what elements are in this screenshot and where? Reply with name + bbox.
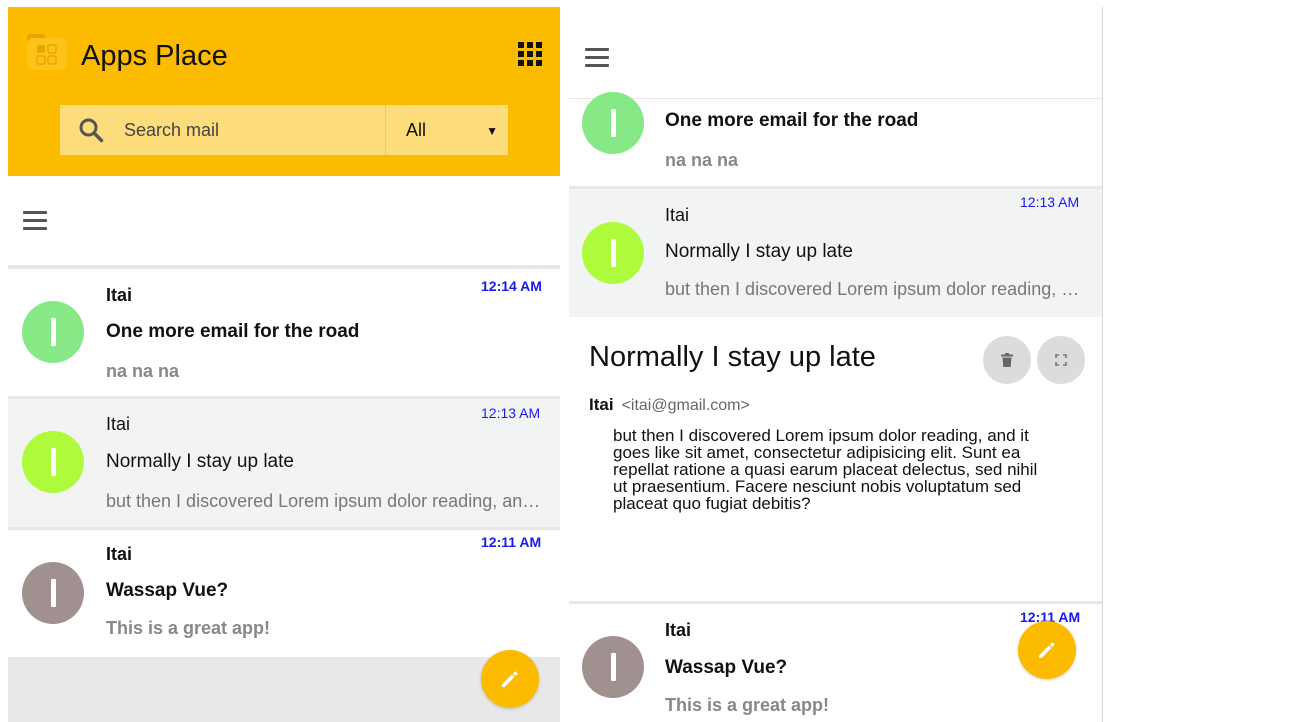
mail-sender: Itai	[106, 414, 131, 434]
app-title: Apps Place	[81, 40, 228, 72]
compose-button[interactable]	[481, 650, 539, 708]
search-icon	[79, 118, 104, 143]
avatar	[22, 431, 84, 493]
compose-button[interactable]	[1018, 621, 1076, 679]
filter-selected-label: All	[406, 119, 427, 140]
mail-subject: Normally I stay up late	[665, 241, 853, 262]
list-item[interactable]: Itai 12:13 AM Normally I stay up late bu…	[8, 399, 560, 527]
search-input[interactable]	[124, 105, 386, 155]
avatar	[582, 92, 644, 154]
mail-sender: Itai	[106, 285, 133, 305]
folder-apps-icon	[27, 34, 67, 70]
avatar	[582, 222, 644, 284]
avatar	[22, 301, 84, 363]
pencil-icon	[502, 671, 518, 687]
mail-time: 12:13 AM	[1020, 194, 1080, 210]
detail-body: but then I discovered Lorem ipsum dolor …	[613, 426, 1038, 513]
filter-select[interactable]: All ▼	[385, 105, 508, 155]
mail-sender: Itai	[106, 544, 133, 564]
mail-preview: but then I discovered Lorem ipsum dolor …	[106, 491, 542, 511]
mail-subject: Wassap Vue?	[106, 580, 229, 601]
mail-subject: One more email for the road	[106, 321, 360, 342]
mail-time: 12:14 AM	[481, 278, 542, 294]
app-header: Apps Place All ▼	[8, 7, 560, 176]
mail-list-panel: Apps Place All ▼ Itai 12:14 AM One mo	[8, 7, 560, 722]
mail-time: 12:11 AM	[481, 534, 542, 550]
list-item[interactable]: Itai 12:11 AM Wassap Vue? This is a grea…	[8, 530, 560, 657]
fullscreen-icon	[1055, 354, 1067, 366]
detail-from-email: <itai@gmail.com>	[621, 397, 750, 414]
detail-toolbar	[569, 7, 1102, 99]
avatar	[22, 562, 84, 624]
mail-detail: Normally I stay up late Itai <itai@gmail.…	[569, 317, 1102, 600]
trash-icon	[1001, 353, 1013, 367]
search-bar: All ▼	[60, 105, 508, 155]
fullscreen-button[interactable]	[1037, 336, 1085, 384]
list-item[interactable]: One more email for the road na na na	[569, 92, 1102, 186]
mail-preview: na na na	[665, 150, 739, 170]
mail-preview: This is a great app!	[106, 618, 271, 638]
delete-button[interactable]	[983, 336, 1031, 384]
mail-detail-panel: One more email for the road na na na Ita…	[569, 7, 1103, 722]
pencil-icon	[1039, 642, 1055, 658]
chevron-down-icon: ▼	[486, 124, 498, 138]
mail-subject: One more email for the road	[665, 110, 919, 131]
mail-preview: na na na	[106, 361, 180, 381]
list-item[interactable]: Itai 12:14 AM One more email for the roa…	[8, 269, 560, 396]
mail-preview: This is a great app!	[665, 695, 830, 715]
mail-sender: Itai	[665, 620, 692, 640]
avatar	[582, 636, 644, 698]
detail-from-name: Itai	[589, 395, 614, 414]
list-item-selected[interactable]: Itai 12:13 AM Normally I stay up late bu…	[569, 189, 1102, 317]
mail-preview: but then I discovered Lorem ipsum dolor …	[665, 279, 1089, 299]
mail-time: 12:13 AM	[481, 405, 541, 421]
hamburger-menu-icon[interactable]	[23, 211, 47, 231]
detail-subject: Normally I stay up late	[589, 341, 876, 373]
mail-sender: Itai	[665, 205, 690, 225]
mail-subject: Wassap Vue?	[665, 657, 788, 678]
list-toolbar	[8, 176, 560, 265]
hamburger-menu-icon[interactable]	[585, 48, 609, 68]
grid-apps-icon[interactable]	[517, 41, 543, 67]
mail-subject: Normally I stay up late	[106, 451, 294, 472]
detail-from: Itai <itai@gmail.com>	[589, 395, 750, 415]
